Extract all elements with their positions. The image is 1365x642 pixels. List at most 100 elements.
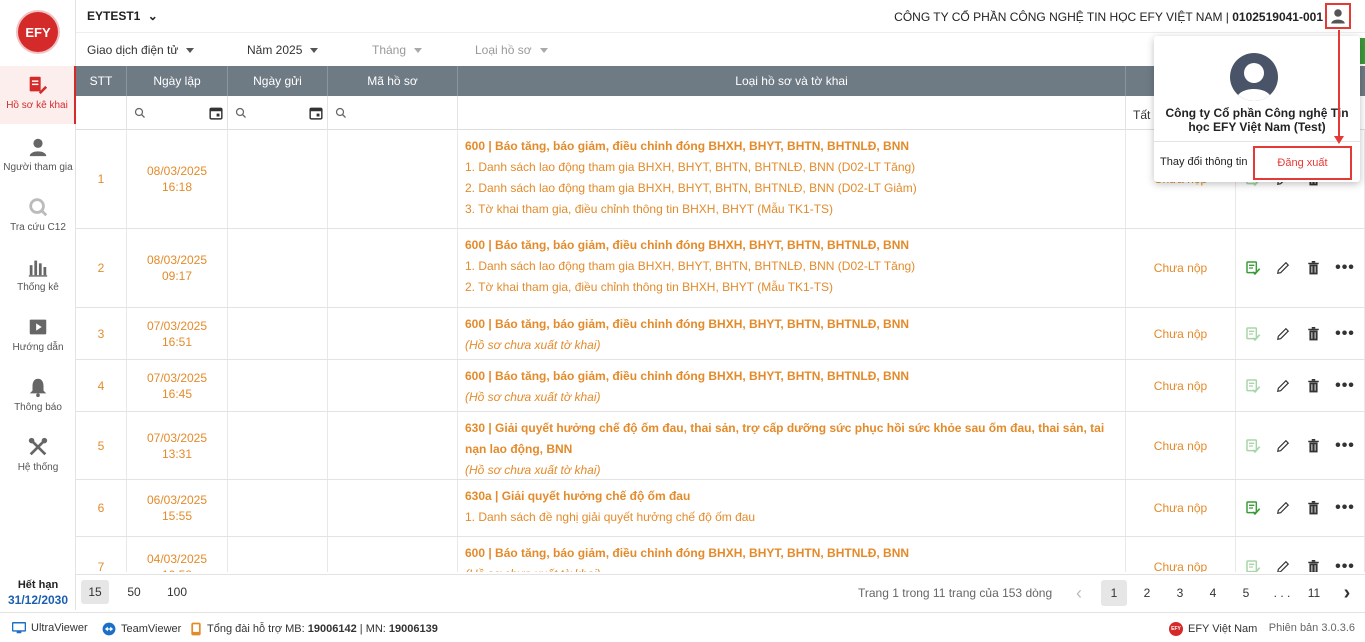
delete-trash-icon[interactable] bbox=[1305, 378, 1321, 394]
sidebar-item-ho-so-ke-khai[interactable]: Hồ sơ kê khai bbox=[0, 66, 76, 124]
sidebar-item-nguoi-tham-gia[interactable]: Người tham gia bbox=[0, 128, 76, 186]
logout-button[interactable]: Đăng xuất bbox=[1253, 146, 1352, 180]
doc-form-link[interactable]: 3. Tờ khai tham gia, điều chỉnh thông ti… bbox=[465, 199, 1118, 220]
table-row[interactable]: 3 07/03/2025 16:51 600 | Báo tăng, báo giảm… bbox=[76, 308, 1365, 360]
sidebar-item-tra-cuu-c12[interactable]: Tra cứu C12 bbox=[0, 188, 76, 246]
delete-trash-icon[interactable] bbox=[1305, 559, 1321, 572]
doc-title[interactable]: 630a | Giải quyết hưởng chế độ ốm đau bbox=[465, 486, 1118, 507]
edit-pencil-icon[interactable] bbox=[1275, 378, 1291, 394]
ultraviewer-link[interactable]: UltraViewer bbox=[12, 622, 88, 634]
filter-ngay-lap[interactable] bbox=[127, 96, 228, 130]
filter-doc-type[interactable]: Loại hồ sơ bbox=[475, 43, 548, 57]
calendar-icon[interactable] bbox=[209, 106, 223, 120]
table-row[interactable]: 6 06/03/2025 15:55 630a | Giải quyết hưởng … bbox=[76, 480, 1365, 537]
doc-form-link[interactable]: 2. Danh sách lao động tham gia BHXH, BHY… bbox=[465, 178, 1118, 199]
edit-pencil-icon[interactable] bbox=[1275, 260, 1291, 276]
delete-trash-icon[interactable] bbox=[1305, 438, 1321, 454]
filter-label: Năm 2025 bbox=[247, 43, 303, 57]
page-1[interactable]: 1 bbox=[1101, 580, 1127, 606]
edit-pencil-icon[interactable] bbox=[1275, 326, 1291, 342]
doc-title[interactable]: 600 | Báo tăng, báo giảm, điều chỉnh đón… bbox=[465, 366, 1118, 387]
more-options-icon[interactable]: ••• bbox=[1335, 499, 1355, 517]
sidebar-item-label: Hướng dẫn bbox=[12, 342, 64, 353]
delete-trash-icon[interactable] bbox=[1305, 500, 1321, 516]
filter-month[interactable]: Tháng bbox=[372, 43, 423, 57]
page-4[interactable]: 4 bbox=[1200, 580, 1226, 606]
delete-trash-icon[interactable] bbox=[1305, 326, 1321, 342]
page-11[interactable]: 11 bbox=[1301, 580, 1327, 606]
th-ngay-gui[interactable]: Ngày gửi bbox=[228, 66, 328, 96]
status-badge: Chưa nộp bbox=[1153, 326, 1208, 341]
filter-ma-ho-so[interactable] bbox=[328, 96, 458, 130]
prev-page-icon[interactable]: ‹ bbox=[1066, 580, 1092, 606]
page-size-50[interactable]: 50 bbox=[120, 580, 148, 604]
user-menu-button[interactable] bbox=[1325, 3, 1351, 29]
table-row[interactable]: 7 04/03/202510:58 600 | Báo tăng, báo giảm… bbox=[76, 537, 1365, 572]
hotline-mn: 19006139 bbox=[388, 623, 438, 635]
doc-title[interactable]: 600 | Báo tăng, báo giảm, điều chỉnh đón… bbox=[465, 543, 1118, 564]
cell-loai-ho-so[interactable]: 600 | Báo tăng, báo giảm, điều chỉnh đón… bbox=[458, 130, 1126, 228]
doc-form-link[interactable]: 2. Tờ khai tham gia, điều chỉnh thông ti… bbox=[465, 277, 1118, 298]
doc-form-link[interactable]: 1. Danh sách lao động tham gia BHXH, BHY… bbox=[465, 157, 1118, 178]
doc-title[interactable]: 600 | Báo tăng, báo giảm, điều chỉnh đón… bbox=[465, 136, 1118, 157]
table-row[interactable]: 5 07/03/2025 13:31 630 | Giải quyết hưởng c… bbox=[76, 412, 1365, 480]
company-display-name: Công ty Cổ phần Công nghệ Tin học EFY Vi… bbox=[1165, 106, 1349, 134]
cell-ngay-lap: 07/03/2025 16:51 bbox=[127, 308, 228, 359]
cell-stt: 3 bbox=[76, 308, 127, 359]
time-value: 16:45 bbox=[161, 386, 193, 401]
page-size-100[interactable]: 100 bbox=[162, 580, 192, 604]
cell-loai-ho-so[interactable]: 630a | Giải quyết hưởng chế độ ốm đau 1. … bbox=[458, 480, 1126, 536]
sign-doc-icon[interactable] bbox=[1245, 260, 1261, 276]
edit-pencil-icon[interactable] bbox=[1275, 500, 1291, 516]
page-3[interactable]: 3 bbox=[1167, 580, 1193, 606]
sign-doc-icon[interactable] bbox=[1245, 500, 1261, 516]
sidebar-item-he-thong[interactable]: Hệ thống bbox=[0, 428, 76, 486]
th-ngay-lap[interactable]: Ngày lập bbox=[127, 66, 228, 96]
doc-form-link[interactable]: 1. Danh sách lao động tham gia BHXH, BHY… bbox=[465, 256, 1118, 277]
filter-year[interactable]: Năm 2025 bbox=[247, 43, 319, 57]
th-ma-ho-so[interactable]: Mã hồ sơ bbox=[328, 66, 458, 96]
delete-trash-icon[interactable] bbox=[1305, 260, 1321, 276]
cell-loai-ho-so[interactable]: 600 | Báo tăng, báo giảm, điều chỉnh đón… bbox=[458, 537, 1126, 572]
page-5[interactable]: 5 bbox=[1233, 580, 1259, 606]
more-options-icon[interactable]: ••• bbox=[1335, 259, 1355, 277]
more-options-icon[interactable]: ••• bbox=[1335, 325, 1355, 343]
edit-pencil-icon[interactable] bbox=[1275, 559, 1291, 572]
table-row[interactable]: 2 08/03/2025 09:17 600 | Báo tăng, báo giảm… bbox=[76, 229, 1365, 308]
sidebar-item-thong-bao[interactable]: Thông báo bbox=[0, 368, 76, 426]
more-options-icon[interactable]: ••• bbox=[1335, 558, 1355, 573]
sign-doc-icon[interactable] bbox=[1245, 326, 1261, 342]
cell-loai-ho-so[interactable]: 600 | Báo tăng, báo giảm, điều chỉnh đón… bbox=[458, 229, 1126, 307]
time-value: 09:17 bbox=[161, 269, 193, 283]
calendar-icon[interactable] bbox=[309, 106, 323, 120]
change-info-button[interactable]: Thay đổi thông tin bbox=[1160, 156, 1247, 168]
sidebar-item-thong-ke[interactable]: Thống kê bbox=[0, 248, 76, 306]
sign-doc-icon[interactable] bbox=[1245, 559, 1261, 572]
page-2[interactable]: 2 bbox=[1134, 580, 1160, 606]
caret-down-icon bbox=[310, 48, 319, 54]
efy-logo[interactable]: EFY bbox=[18, 12, 58, 52]
cell-loai-ho-so[interactable]: 600 | Báo tăng, báo giảm, điều chỉnh đón… bbox=[458, 360, 1126, 411]
doc-title[interactable]: 600 | Báo tăng, báo giảm, điều chỉnh đón… bbox=[465, 314, 1118, 335]
more-options-icon[interactable]: ••• bbox=[1335, 377, 1355, 395]
cell-ma-ho-so bbox=[328, 130, 458, 228]
filter-transaction[interactable]: Giao dịch điện tử bbox=[87, 43, 195, 57]
page-size-15[interactable]: 15 bbox=[81, 580, 109, 604]
edit-pencil-icon[interactable] bbox=[1275, 438, 1291, 454]
table-row[interactable]: 4 07/03/2025 16:45 600 | Báo tăng, báo giảm… bbox=[76, 360, 1365, 412]
doc-form-link[interactable]: 1. Danh sách đề nghị giải quyết hưởng ch… bbox=[465, 507, 1118, 528]
cell-ngay-gui bbox=[228, 130, 328, 228]
sidebar-item-huong-dan[interactable]: Hướng dẫn bbox=[0, 308, 76, 366]
more-options-icon[interactable]: ••• bbox=[1335, 437, 1355, 455]
filter-ngay-gui[interactable] bbox=[228, 96, 328, 130]
next-page-icon[interactable]: › bbox=[1334, 580, 1360, 606]
account-selector[interactable]: EYTEST1 ⌄ bbox=[87, 9, 158, 23]
sign-doc-icon[interactable] bbox=[1245, 438, 1261, 454]
doc-title[interactable]: 600 | Báo tăng, báo giảm, điều chỉnh đón… bbox=[465, 235, 1118, 256]
cell-loai-ho-so[interactable]: 600 | Báo tăng, báo giảm, điều chỉnh đón… bbox=[458, 308, 1126, 359]
sign-doc-icon[interactable] bbox=[1245, 378, 1261, 394]
teamviewer-link[interactable]: TeamViewer bbox=[102, 622, 181, 636]
cell-loai-ho-so[interactable]: 630 | Giải quyết hưởng chế độ ốm đau, th… bbox=[458, 412, 1126, 479]
annotation-line bbox=[1338, 30, 1340, 140]
doc-title[interactable]: 630 | Giải quyết hưởng chế độ ốm đau, th… bbox=[465, 418, 1118, 460]
